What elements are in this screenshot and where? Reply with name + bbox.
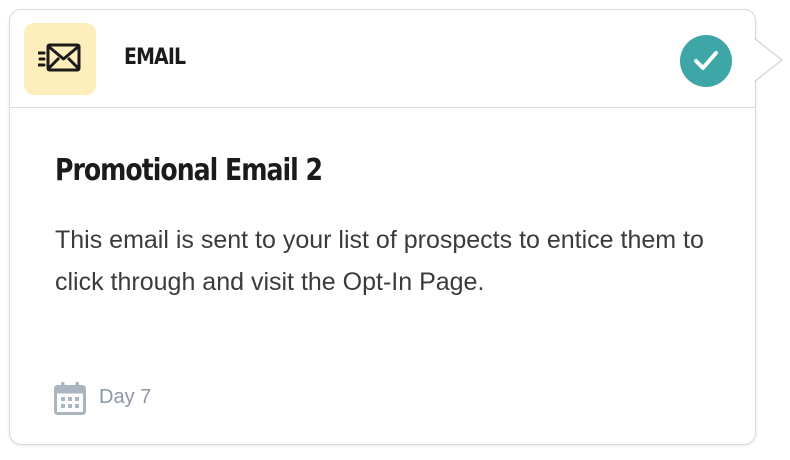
envelope-icon [38,43,81,72]
card-pointer-arrow [754,38,784,82]
step-type-label: EMAIL [124,45,186,70]
card-header: EMAIL [10,10,755,108]
schedule-day-label: Day 7 [99,386,152,408]
step-description: This email is sent to your list of prosp… [55,226,704,296]
calendar-icon [54,382,86,415]
email-step-card[interactable]: EMAIL Promotional Email 2 This email is … [9,9,756,445]
email-type-badge [24,23,96,95]
completed-status-badge[interactable] [680,35,732,87]
step-title: Promotional Email 2 [55,153,323,188]
check-icon [694,51,718,70]
